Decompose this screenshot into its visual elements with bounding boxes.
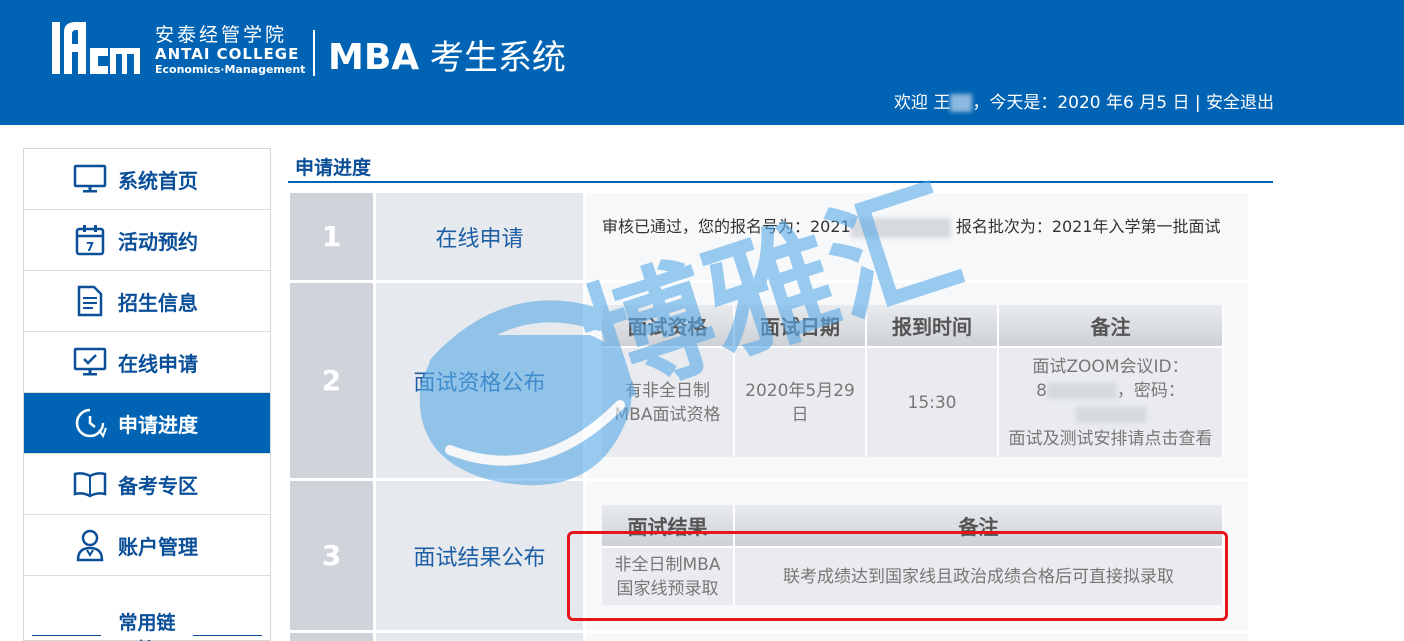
sidebar-item-label: 申请进度 bbox=[118, 412, 198, 437]
step-name: 面试资格公布 bbox=[376, 283, 586, 478]
table-row: 非全日制MBA国家线预录取 联考成绩达到国家线且政治成绩合格后可直接拟录取 bbox=[602, 546, 1224, 605]
zoom-id-prefix: 8 bbox=[1036, 380, 1047, 401]
table-header: 面试资格 bbox=[602, 305, 735, 347]
batch-text: 报名批次为：2021年入学第一批面试 bbox=[950, 217, 1221, 236]
main-content: 申请进度 1 在线申请 审核已通过，您的报名号为：2021 报名批次为：2021… bbox=[288, 148, 1273, 641]
links-title-text: 常用链接 bbox=[118, 612, 176, 641]
step-number bbox=[290, 633, 376, 641]
sidebar-item-admissions-info[interactable]: 招生信息 bbox=[24, 271, 270, 332]
table-header: 面试日期 bbox=[734, 305, 867, 347]
acem-logo-icon bbox=[52, 22, 140, 74]
sidebar: 系统首页 7 活动预约 招生信息 在线申请 申请进度 备考专区 账户管理 常用链 bbox=[23, 148, 271, 641]
step-name: 在线申请 bbox=[376, 193, 586, 280]
divider-line bbox=[32, 634, 102, 636]
date-cell: 2020年5月29日 bbox=[734, 346, 867, 457]
step-interview-qualification: 2 面试资格公布 面试资格 面试日期 报到时间 备注 有非全日制MBA面试资格 … bbox=[290, 283, 1248, 481]
step-body bbox=[586, 633, 1248, 641]
system-title: MBA 考生系统 bbox=[328, 30, 566, 79]
zoom-id-label: 面试ZOOM会议ID： bbox=[1032, 356, 1189, 377]
table-header-row: 面试结果 备注 bbox=[602, 505, 1224, 547]
sidebar-item-label: 系统首页 bbox=[118, 168, 198, 193]
table-header: 面试结果 bbox=[602, 505, 735, 547]
system-title-suffix: 考生系统 bbox=[419, 38, 566, 78]
sidebar-item-account[interactable]: 账户管理 bbox=[24, 515, 270, 576]
redacted-password bbox=[1005, 403, 1216, 427]
redacted-number bbox=[850, 217, 951, 238]
sidebar-item-label: 账户管理 bbox=[118, 534, 198, 559]
redacted-name bbox=[950, 94, 973, 112]
svg-text:7: 7 bbox=[86, 240, 94, 254]
book-icon bbox=[72, 466, 108, 502]
step-body: 审核已通过，您的报名号为：2021 报名批次为：2021年入学第一批面试 bbox=[586, 193, 1248, 280]
divider-line bbox=[192, 634, 262, 636]
system-title-prefix: MBA bbox=[328, 37, 420, 78]
brand-name-cn: 安泰经管学院 bbox=[155, 24, 288, 46]
step-number: 2 bbox=[290, 283, 376, 478]
calendar-icon: 7 bbox=[72, 222, 108, 258]
sidebar-item-label: 在线申请 bbox=[118, 351, 198, 376]
document-icon bbox=[72, 283, 108, 319]
sidebar-item-exam-prep[interactable]: 备考专区 bbox=[24, 454, 270, 515]
application-status-text: 审核已通过，您的报名号为：2021 bbox=[602, 217, 851, 236]
step-number: 3 bbox=[290, 481, 376, 630]
welcome-user: 欢迎 王 bbox=[893, 93, 951, 113]
table-row: 有非全日制MBA面试资格 2020年5月29日 15:30 面试ZOOM会议ID… bbox=[602, 346, 1224, 457]
sidebar-item-application-progress[interactable]: 申请进度 bbox=[24, 393, 270, 454]
progress-steps: 1 在线申请 审核已通过，您的报名号为：2021 报名批次为：2021年入学第一… bbox=[290, 193, 1248, 641]
result-cell: 非全日制MBA国家线预录取 bbox=[602, 546, 735, 605]
interview-result-table: 面试结果 备注 非全日制MBA国家线预录取 联考成绩达到国家线且政治成绩合格后可… bbox=[602, 505, 1224, 605]
step-name: 面试结果公布 bbox=[376, 481, 586, 630]
step-number: 1 bbox=[290, 193, 376, 280]
brand-name-en: ANTAI COLLEGE bbox=[155, 45, 300, 63]
sidebar-item-label: 备考专区 bbox=[118, 473, 198, 498]
interview-qualification-table: 面试资格 面试日期 报到时间 备注 有非全日制MBA面试资格 2020年5月29… bbox=[602, 305, 1224, 457]
sidebar-item-home[interactable]: 系统首页 bbox=[24, 149, 270, 210]
step-next bbox=[290, 633, 1248, 641]
logout-link[interactable]: 安全退出 bbox=[1206, 93, 1274, 113]
table-header: 报到时间 bbox=[866, 305, 999, 347]
step-body: 面试资格 面试日期 报到时间 备注 有非全日制MBA面试资格 2020年5月29… bbox=[586, 283, 1248, 478]
zoom-credentials: 8 ，密码： bbox=[1005, 379, 1216, 403]
result-note-cell: 联考成绩达到国家线且政治成绩合格后可直接拟录取 bbox=[734, 546, 1224, 605]
time-cell: 15:30 bbox=[866, 346, 999, 457]
step-name bbox=[376, 633, 586, 641]
page-title: 申请进度 bbox=[288, 148, 1273, 183]
brand-subtitle-en: Economics·Management bbox=[155, 63, 306, 76]
step-online-application: 1 在线申请 审核已通过，您的报名号为：2021 报名批次为：2021年入学第一… bbox=[290, 193, 1248, 283]
sidebar-item-events[interactable]: 7 活动预约 bbox=[24, 210, 270, 271]
table-header: 备注 bbox=[734, 505, 1224, 547]
step-body: 面试结果 备注 非全日制MBA国家线预录取 联考成绩达到国家线且政治成绩合格后可… bbox=[586, 481, 1248, 630]
welcome-bar: 欢迎 王 ，今天是：2020 年6 月5 日 | 安全退出 bbox=[894, 88, 1274, 113]
password-label: ，密码： bbox=[1116, 380, 1185, 401]
note-cell: 面试ZOOM会议ID： 8 ，密码： 面试及测试安排请点击查看 bbox=[998, 346, 1224, 457]
screen-check-icon bbox=[72, 344, 108, 380]
table-header-row: 面试资格 面试日期 报到时间 备注 bbox=[602, 305, 1224, 347]
links-section-title: 常用链接 bbox=[24, 608, 270, 641]
monitor-icon bbox=[72, 161, 108, 197]
qualification-cell: 有非全日制MBA面试资格 bbox=[602, 346, 735, 457]
welcome-date: ，今天是：2020 年6 月5 日 | bbox=[972, 93, 1206, 113]
header: 安泰经管学院 ANTAI COLLEGE Economics·Managemen… bbox=[0, 0, 1404, 125]
redacted-zoom-id bbox=[1046, 382, 1117, 399]
schedule-link[interactable]: 面试及测试安排请点击查看 bbox=[1005, 427, 1216, 451]
sidebar-item-label: 招生信息 bbox=[118, 290, 198, 315]
clock-icon bbox=[72, 405, 108, 441]
table-header: 备注 bbox=[998, 305, 1224, 347]
step-interview-result: 3 面试结果公布 面试结果 备注 非全日制MBA国家线预录取 联考成绩达到国家线… bbox=[290, 481, 1248, 633]
user-icon bbox=[72, 527, 108, 563]
sidebar-item-label: 活动预约 bbox=[118, 229, 198, 254]
sidebar-item-online-application[interactable]: 在线申请 bbox=[24, 332, 270, 393]
brand-divider bbox=[313, 30, 315, 76]
